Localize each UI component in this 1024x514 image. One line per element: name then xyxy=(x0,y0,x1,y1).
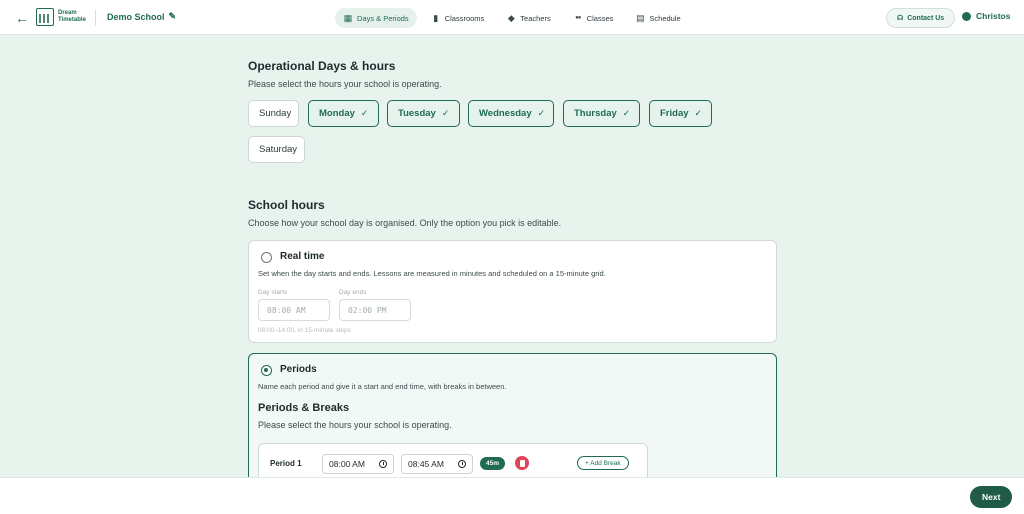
calendar-grid-icon: ▤ xyxy=(636,12,645,23)
period-start-value: 08:00 AM xyxy=(329,459,365,469)
pencil-icon: ✎ xyxy=(168,11,177,21)
headset-icon: ☊ xyxy=(897,15,904,22)
add-break-button[interactable]: + Add Break xyxy=(577,456,629,470)
contact-label: Contact Us xyxy=(907,14,945,22)
day-ends-input[interactable]: 02:00 PM xyxy=(339,299,411,321)
user-menu[interactable]: Christos xyxy=(962,11,1010,21)
day-label: Saturday xyxy=(259,144,298,155)
user-icon xyxy=(962,11,971,21)
school-name-button[interactable]: Demo School ✎ xyxy=(107,11,176,22)
day-tuesday[interactable]: Tuesday ✓ xyxy=(387,100,460,127)
day-label: Sunday xyxy=(259,108,292,119)
day-saturday[interactable]: Saturday xyxy=(248,136,305,163)
header-divider xyxy=(95,10,96,26)
realtime-title: Real time xyxy=(280,251,325,262)
clock-icon[interactable] xyxy=(458,460,466,468)
check-icon: ✓ xyxy=(360,108,369,118)
check-icon: ✓ xyxy=(537,108,546,118)
period-end-input[interactable]: 08:45 AM xyxy=(401,454,473,474)
periods-description: Name each period and give it a start and… xyxy=(258,382,507,391)
nav-teachers[interactable]: ◆ Teachers xyxy=(498,8,558,28)
period-end-value: 08:45 AM xyxy=(408,459,444,469)
periods-radio[interactable] xyxy=(261,365,272,376)
day-starts-input[interactable]: 08:00 AM xyxy=(258,299,330,321)
logo-line-2: Timetable xyxy=(58,17,86,23)
bottom-bar xyxy=(0,477,1024,514)
realtime-radio[interactable] xyxy=(261,252,272,263)
nav-classrooms[interactable]: ▮ Classrooms xyxy=(423,8,493,28)
logo-text: Dream Timetable xyxy=(58,10,86,24)
day-label: Friday xyxy=(660,108,689,119)
back-arrow-icon[interactable]: ← xyxy=(14,10,30,26)
period-start-input[interactable]: 08:00 AM xyxy=(322,454,394,474)
day-label: Wednesday xyxy=(479,108,532,119)
next-button[interactable]: Next xyxy=(970,486,1013,508)
operational-subtitle: Please select the hours your school is o… xyxy=(248,79,442,89)
periods-breaks-subtitle: Please select the hours your school is o… xyxy=(258,420,452,430)
day-starts-label: Day starts xyxy=(258,289,288,296)
nav-days-periods[interactable]: ▦ Days & Periods xyxy=(335,8,417,28)
operational-title: Operational Days & hours xyxy=(248,59,396,73)
nav-label: Schedule xyxy=(649,13,681,23)
nav-label: Days & Periods xyxy=(357,13,409,23)
day-label: Monday xyxy=(319,108,355,119)
day-wednesday[interactable]: Wednesday ✓ xyxy=(468,100,554,127)
realtime-hint: 08:00–14:00, in 15-minute steps xyxy=(258,327,351,334)
contact-us-button[interactable]: ☊ Contact Us xyxy=(886,8,956,28)
nav-schedule[interactable]: ▤ Schedule xyxy=(627,8,688,28)
clock-icon[interactable] xyxy=(379,460,387,468)
check-icon: ✓ xyxy=(441,108,450,118)
realtime-option-card[interactable]: Real time Set when the day starts and en… xyxy=(248,240,777,343)
nav-label: Classes xyxy=(586,13,614,23)
day-starts-value: 08:00 AM xyxy=(267,305,306,315)
school-hours-title: School hours xyxy=(248,198,325,212)
top-bar: ← Dream Timetable Demo School ✎ ▦ Days &… xyxy=(0,0,1024,35)
day-thursday[interactable]: Thursday ✓ xyxy=(563,100,640,127)
period-name: Period 1 xyxy=(270,459,302,468)
user-name: Christos xyxy=(976,11,1011,21)
check-icon: ✓ xyxy=(622,108,631,118)
delete-period-button[interactable] xyxy=(515,456,529,470)
day-monday[interactable]: Monday ✓ xyxy=(308,100,379,127)
main-nav: ▦ Days & Periods ▮ Classrooms ◆ Teachers… xyxy=(335,8,689,28)
nav-classes[interactable]: ●● Classes xyxy=(565,8,622,28)
day-ends-label: Day ends xyxy=(339,289,367,296)
school-hours-subtitle: Choose how your school day is organised.… xyxy=(248,218,562,228)
group-icon: ●● xyxy=(575,15,581,21)
building-icon xyxy=(36,8,54,26)
day-ends-value: 02:00 PM xyxy=(348,305,387,315)
logo[interactable]: Dream Timetable xyxy=(36,8,86,26)
day-label: Tuesday xyxy=(398,108,436,119)
logo-line-1: Dream xyxy=(58,10,77,16)
door-icon: ▮ xyxy=(433,12,439,23)
school-name: Demo School xyxy=(107,11,165,22)
check-icon: ✓ xyxy=(694,108,703,118)
graduation-cap-icon: ◆ xyxy=(507,12,515,23)
realtime-description: Set when the day starts and ends. Lesson… xyxy=(258,269,606,278)
day-label: Thursday xyxy=(574,108,617,119)
periods-breaks-title: Periods & Breaks xyxy=(258,402,350,414)
nav-label: Classrooms xyxy=(444,13,485,23)
calendar-icon: ▦ xyxy=(343,12,353,23)
nav-label: Teachers xyxy=(520,13,551,23)
day-sunday[interactable]: Sunday xyxy=(248,100,299,127)
day-friday[interactable]: Friday ✓ xyxy=(649,100,712,127)
duration-badge: 45m xyxy=(480,457,506,470)
periods-option-card[interactable]: Periods Name each period and give it a s… xyxy=(248,353,777,493)
periods-title: Periods xyxy=(280,364,317,375)
